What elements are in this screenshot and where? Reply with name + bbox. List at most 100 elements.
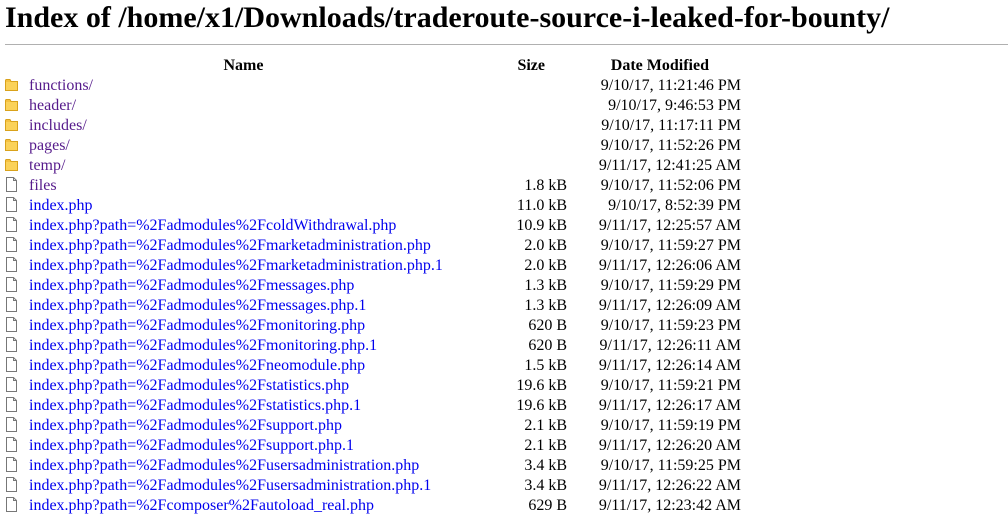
header-divider — [5, 44, 1008, 45]
file-icon — [5, 257, 18, 272]
cell-date: 9/11/17, 12:26:17 AM — [598, 397, 741, 414]
cell-size: 620 B — [528, 337, 567, 354]
table-row: index.php 11.0 kB 9/10/17, 8:52:39 PM — [5, 196, 747, 216]
folder-link[interactable]: includes/ — [29, 117, 87, 134]
file-link[interactable]: index.php?path=%2Fadmodules%2Fmarketadmi… — [29, 237, 431, 254]
cell-size: 629 B — [528, 497, 567, 514]
file-icon — [5, 377, 18, 392]
cell-name: pages/ — [5, 136, 482, 156]
cell-size: 2.1 kB — [524, 437, 567, 454]
cell-name: index.php?path=%2Fadmodules%2Fneomodule.… — [5, 356, 482, 376]
file-icon — [5, 397, 18, 412]
file-icon — [5, 277, 18, 292]
cell-size: 2.1 kB — [524, 417, 567, 434]
cell-name: index.php?path=%2Fadmodules%2Fmonitoring… — [5, 336, 482, 356]
column-header-date[interactable]: Date Modified — [571, 56, 747, 76]
file-link[interactable]: index.php?path=%2Fcomposer%2Fautoload_re… — [29, 497, 374, 514]
file-link[interactable]: index.php?path=%2Fadmodules%2Fsupport.ph… — [29, 437, 354, 454]
table-row: index.php?path=%2Fadmodules%2Fmessages.p… — [5, 296, 747, 316]
cell-size: 10.9 kB — [516, 217, 567, 234]
file-icon — [5, 437, 18, 452]
file-icon — [5, 337, 18, 352]
folder-link[interactable]: pages/ — [29, 137, 70, 154]
file-link[interactable]: index.php?path=%2Fadmodules%2Fsupport.ph… — [29, 417, 342, 434]
cell-name: index.php?path=%2Fadmodules%2Fusersadmin… — [5, 456, 482, 476]
table-row: includes/9/10/17, 11:17:11 PM — [5, 116, 747, 136]
file-link[interactable]: index.php?path=%2Fadmodules%2Fusersadmin… — [29, 477, 431, 494]
table-row: functions/9/10/17, 11:21:46 PM — [5, 76, 747, 96]
folder-link[interactable]: functions/ — [29, 77, 93, 94]
file-link[interactable]: index.php — [29, 197, 93, 214]
folder-icon — [5, 117, 18, 132]
cell-size — [482, 156, 571, 176]
table-row: index.php?path=%2Fadmodules%2Fneomodule.… — [5, 356, 747, 376]
cell-date: 9/10/17, 11:52:26 PM — [600, 137, 741, 154]
cell-size: 2.0 kB — [524, 257, 567, 274]
folder-link[interactable]: header/ — [29, 97, 76, 114]
folder-icon — [5, 97, 18, 112]
cell-date: 9/11/17, 12:23:42 AM — [598, 497, 741, 514]
file-link[interactable]: files — [29, 177, 57, 194]
cell-name: includes/ — [5, 116, 482, 136]
file-icon — [5, 357, 18, 372]
folder-link[interactable]: temp/ — [29, 157, 65, 174]
cell-name: index.php — [5, 196, 482, 216]
file-link[interactable]: index.php?path=%2Fadmodules%2Fusersadmin… — [29, 457, 419, 474]
cell-date: 9/11/17, 12:41:25 AM — [598, 157, 741, 174]
cell-size: 1.5 kB — [524, 357, 567, 374]
table-row: index.php?path=%2Fadmodules%2FcoldWithdr… — [5, 216, 747, 236]
cell-name: index.php?path=%2Fadmodules%2Fstatistics… — [5, 376, 482, 396]
cell-size: 3.4 kB — [524, 477, 567, 494]
file-icon — [5, 317, 18, 332]
cell-date: 9/10/17, 8:52:39 PM — [608, 197, 741, 214]
table-row: files 1.8 kB 9/10/17, 11:52:06 PM — [5, 176, 747, 196]
file-icon — [5, 197, 18, 212]
file-link[interactable]: index.php?path=%2Fadmodules%2Fmessages.p… — [29, 277, 354, 294]
cell-date: 9/11/17, 12:26:06 AM — [598, 257, 741, 274]
cell-date: 9/10/17, 11:59:23 PM — [600, 317, 741, 334]
table-row: index.php?path=%2Fadmodules%2Fmonitoring… — [5, 316, 747, 336]
cell-size — [482, 76, 571, 96]
table-row: header/9/10/17, 9:46:53 PM — [5, 96, 747, 116]
cell-name: temp/ — [5, 156, 482, 176]
file-link[interactable]: index.php?path=%2Fadmodules%2Fstatistics… — [29, 397, 361, 414]
cell-name: functions/ — [5, 76, 482, 96]
file-link[interactable]: index.php?path=%2Fadmodules%2Fmarketadmi… — [29, 257, 443, 274]
file-link[interactable]: index.php?path=%2Fadmodules%2Fstatistics… — [29, 377, 349, 394]
table-row: index.php?path=%2Fadmodules%2Fmarketadmi… — [5, 256, 747, 276]
column-headers: Name Size Date Modified — [5, 56, 747, 76]
table-row: index.php?path=%2Fadmodules%2Fsupport.ph… — [5, 436, 747, 456]
cell-size: 1.8 kB — [524, 177, 567, 194]
cell-date: 9/10/17, 11:59:19 PM — [600, 417, 741, 434]
cell-name: index.php?path=%2Fadmodules%2Fmonitoring… — [5, 316, 482, 336]
cell-name: files — [5, 176, 482, 196]
file-link[interactable]: index.php?path=%2Fadmodules%2Fmessages.p… — [29, 297, 366, 314]
file-link[interactable]: index.php?path=%2Fadmodules%2FcoldWithdr… — [29, 217, 396, 234]
cell-name: index.php?path=%2Fadmodules%2Fstatistics… — [5, 396, 482, 416]
cell-size — [482, 116, 571, 136]
table-row: index.php?path=%2Fadmodules%2Fstatistics… — [5, 396, 747, 416]
cell-size: 620 B — [528, 317, 567, 334]
file-icon — [5, 217, 18, 232]
cell-date: 9/10/17, 11:59:21 PM — [600, 377, 741, 394]
table-row: index.php?path=%2Fcomposer%2Fautoload_re… — [5, 496, 747, 516]
column-header-size[interactable]: Size — [482, 56, 571, 76]
table-row: index.php?path=%2Fadmodules%2Fmessages.p… — [5, 276, 747, 296]
cell-name: index.php?path=%2Fadmodules%2Fusersadmin… — [5, 476, 482, 496]
file-link[interactable]: index.php?path=%2Fadmodules%2Fmonitoring… — [29, 317, 365, 334]
cell-name: index.php?path=%2Fadmodules%2Fmarketadmi… — [5, 236, 482, 256]
cell-date: 9/10/17, 11:17:11 PM — [601, 117, 741, 134]
table-row: index.php?path=%2Fadmodules%2Fusersadmin… — [5, 456, 747, 476]
file-link[interactable]: index.php?path=%2Fadmodules%2Fneomodule.… — [29, 357, 365, 374]
cell-name: index.php?path=%2Fadmodules%2Fmessages.p… — [5, 296, 482, 316]
table-row: index.php?path=%2Fadmodules%2Fusersadmin… — [5, 476, 747, 496]
file-link[interactable]: index.php?path=%2Fadmodules%2Fmonitoring… — [29, 337, 377, 354]
column-header-name[interactable]: Name — [5, 56, 482, 76]
cell-name: index.php?path=%2Fadmodules%2Fsupport.ph… — [5, 416, 482, 436]
cell-date: 9/11/17, 12:26:20 AM — [598, 437, 741, 454]
cell-name: index.php?path=%2Fadmodules%2Fmessages.p… — [5, 276, 482, 296]
cell-date: 9/10/17, 11:59:27 PM — [600, 237, 741, 254]
cell-date: 9/10/17, 11:21:46 PM — [600, 77, 741, 94]
folder-icon — [5, 137, 18, 152]
directory-listing: Name Size Date Modified functions/9/10/1… — [5, 56, 747, 516]
